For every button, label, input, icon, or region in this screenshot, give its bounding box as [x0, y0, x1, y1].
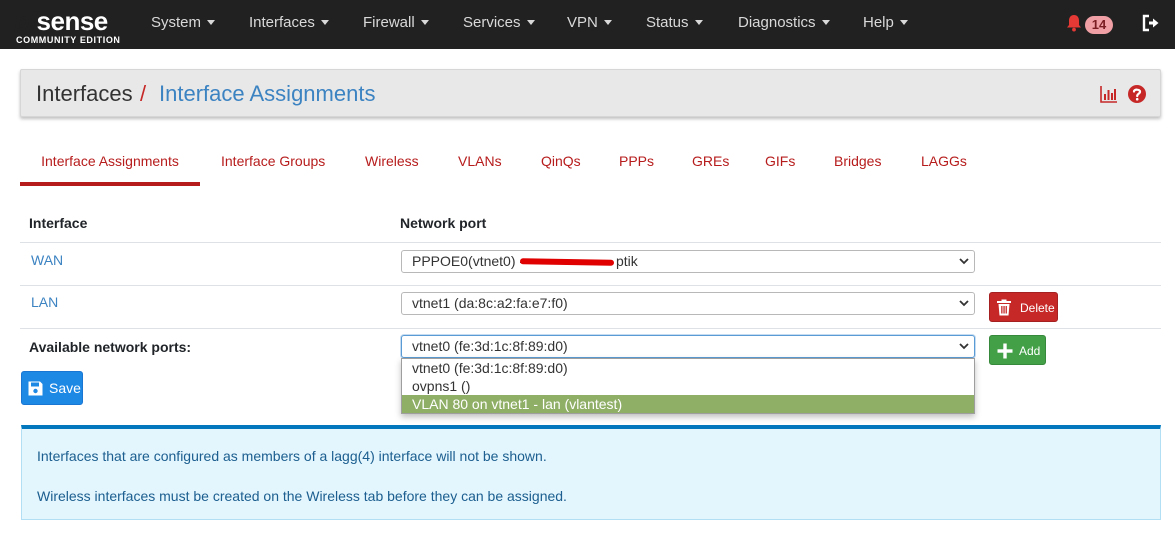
question-circle-icon[interactable] — [1127, 84, 1147, 104]
logo-edition-text: COMMUNITY EDITION — [16, 35, 121, 45]
nav-system-label: System — [151, 14, 202, 31]
logo-pf-text: pf — [14, 6, 38, 36]
tab-interface-assignments[interactable]: Interface Assignments — [20, 140, 200, 186]
plus-icon — [997, 343, 1013, 359]
caret-down-icon — [899, 19, 908, 25]
chevron-down-icon — [959, 300, 969, 307]
available-ports-dropdown: vtnet0 (fe:3d:1c:8f:89:d0) ovpns1 () VLA… — [401, 358, 975, 414]
save-button-label: Save — [49, 380, 81, 396]
nav-diagnostics[interactable]: Diagnostics — [738, 0, 830, 49]
nav-services-label: Services — [463, 14, 521, 31]
dropdown-option[interactable]: vtnet0 (fe:3d:1c:8f:89:d0) — [402, 359, 974, 377]
save-button[interactable]: Save — [21, 371, 83, 405]
caret-down-icon — [207, 19, 216, 25]
chevron-down-icon — [959, 343, 969, 350]
tab-bridges[interactable]: Bridges — [834, 140, 881, 186]
nav-interfaces-label: Interfaces — [249, 14, 315, 31]
breadcrumb-interfaces[interactable]: Interfaces — [36, 81, 133, 107]
bar-chart-icon[interactable] — [1100, 85, 1118, 103]
breadcrumb-interface-assignments[interactable]: Interface Assignments — [159, 81, 375, 107]
info-alert: Interfaces that are configured as member… — [21, 425, 1161, 520]
caret-down-icon — [526, 19, 535, 25]
sign-out-icon[interactable] — [1141, 13, 1161, 33]
trash-icon — [997, 299, 1011, 316]
bell-icon[interactable] — [1064, 13, 1084, 33]
row-divider — [20, 285, 1161, 286]
logo-pf: pf — [11, 6, 38, 36]
pfsense-logo[interactable]: pf sense COMMUNITY EDITION — [11, 6, 126, 46]
redaction-mark — [519, 258, 615, 266]
column-header-network-port: Network port — [400, 215, 487, 231]
available-ports-label: Available network ports: — [29, 339, 192, 355]
dropdown-option[interactable]: ovpns1 () — [402, 377, 974, 395]
tab-ppps[interactable]: PPPs — [619, 140, 654, 186]
nav-vpn[interactable]: VPN — [567, 0, 612, 49]
interface-link-wan[interactable]: WAN — [31, 252, 63, 268]
caret-down-icon — [603, 19, 612, 25]
dropdown-option-highlighted[interactable]: VLAN 80 on vtnet1 - lan (vlantest) — [402, 395, 974, 413]
nav-system[interactable]: System — [151, 0, 216, 49]
logo-wordmark: pf sense — [11, 6, 109, 36]
nav-diagnostics-label: Diagnostics — [738, 14, 816, 31]
nav-status[interactable]: Status — [646, 0, 703, 49]
delete-button-label: Delete — [1020, 301, 1055, 315]
wan-port-value-start: PPPOE0(vtnet0) - — [412, 253, 525, 269]
wan-port-select[interactable]: PPPOE0(vtnet0) - ptik — [401, 250, 975, 273]
lan-port-select[interactable]: vtnet1 (da:8c:a2:fa:e7:f0) — [401, 292, 975, 315]
tab-qinqs[interactable]: QinQs — [541, 140, 581, 186]
interface-link-lan[interactable]: LAN — [31, 294, 58, 310]
delete-lan-button[interactable]: Delete — [989, 292, 1058, 322]
nav-help-label: Help — [863, 14, 894, 31]
logo-sense-text: sense — [36, 6, 109, 36]
tab-vlans[interactable]: VLANs — [458, 140, 502, 186]
info-text-wireless: Wireless interfaces must be created on t… — [37, 488, 567, 504]
nav-status-label: Status — [646, 14, 689, 31]
header-divider — [20, 242, 1161, 243]
tab-interface-groups[interactable]: Interface Groups — [221, 140, 325, 186]
nav-firewall[interactable]: Firewall — [363, 0, 429, 49]
caret-down-icon — [821, 19, 830, 25]
tab-bar: Interface Assignments Interface Groups W… — [20, 140, 1161, 186]
tab-wireless[interactable]: Wireless — [365, 140, 419, 186]
caret-down-icon — [420, 19, 429, 25]
info-text-lagg: Interfaces that are configured as member… — [37, 448, 547, 464]
top-navbar: pf sense COMMUNITY EDITION System Interfa… — [0, 0, 1175, 49]
available-ports-select[interactable]: vtnet0 (fe:3d:1c:8f:89:d0) — [401, 335, 975, 358]
available-ports-value: vtnet0 (fe:3d:1c:8f:89:d0) — [412, 338, 568, 354]
page-header: Interfaces / Interface Assignments — [20, 69, 1161, 117]
caret-down-icon — [694, 19, 703, 25]
add-button-label: Add — [1019, 344, 1041, 358]
lan-port-value: vtnet1 (da:8c:a2:fa:e7:f0) — [412, 295, 568, 311]
tab-gres[interactable]: GREs — [692, 140, 729, 186]
tab-laggs[interactable]: LAGGs — [921, 140, 967, 186]
nav-interfaces[interactable]: Interfaces — [249, 0, 329, 49]
nav-help[interactable]: Help — [863, 0, 908, 49]
add-interface-button[interactable]: Add — [989, 335, 1046, 365]
chevron-down-icon — [959, 258, 969, 265]
wan-port-value-end: ptik — [616, 253, 638, 269]
breadcrumb-separator: / — [140, 81, 147, 106]
tab-gifs[interactable]: GIFs — [765, 140, 795, 186]
nav-vpn-label: VPN — [567, 14, 598, 31]
nav-firewall-label: Firewall — [363, 14, 415, 31]
floppy-disk-icon — [28, 381, 43, 396]
row-divider — [20, 328, 1161, 329]
nav-services[interactable]: Services — [463, 0, 535, 49]
column-header-interface: Interface — [29, 215, 88, 231]
caret-down-icon — [320, 19, 329, 25]
notification-count-badge[interactable]: 14 — [1085, 16, 1113, 34]
